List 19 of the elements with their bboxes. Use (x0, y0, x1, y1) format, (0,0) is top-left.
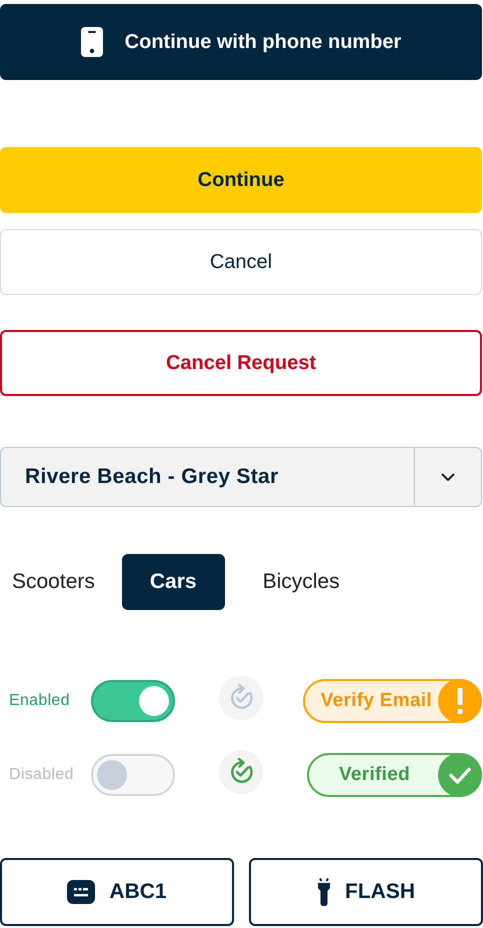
category-tab[interactable]: Bicycles (262, 554, 340, 610)
flashlight-icon (317, 878, 331, 906)
category-tab[interactable]: Scooters (12, 554, 95, 610)
toggle-label: Disabled (8, 766, 75, 784)
continue-button[interactable]: Continue (0, 147, 482, 213)
check-icon (438, 752, 482, 796)
phone-icon (80, 27, 103, 57)
warning-icon (438, 678, 482, 722)
toggle-label: Enabled (8, 692, 71, 710)
chevron-down-icon (441, 473, 455, 481)
scan-button[interactable]: FLASH (249, 858, 483, 926)
phone-button[interactable]: Continue with phone number (0, 4, 482, 80)
keyboard-icon (67, 880, 96, 904)
cancel-button[interactable]: Cancel (0, 229, 482, 295)
toggle-switch[interactable] (91, 680, 175, 722)
cancel-request-button[interactable]: Cancel Request (0, 330, 482, 396)
scan-button[interactable]: ABC1 (0, 858, 234, 926)
location-dropdown[interactable]: Rivere Beach - Grey Star (0, 447, 482, 507)
category-tab[interactable]: Cars (122, 554, 225, 610)
